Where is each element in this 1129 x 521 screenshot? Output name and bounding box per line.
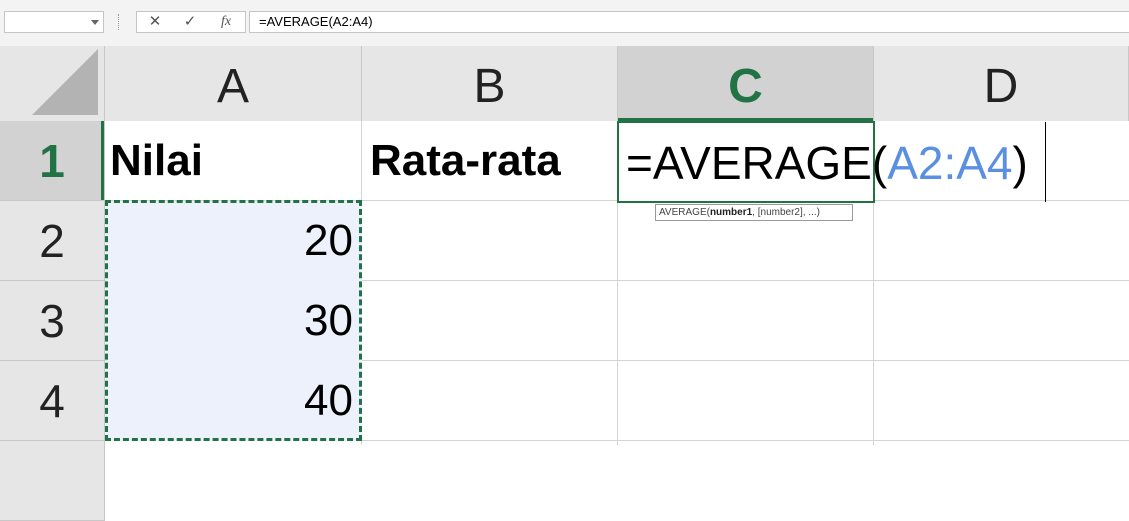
check-icon[interactable]: ✓	[175, 12, 205, 32]
cell-c1-editor[interactable]: =AVERAGE(A2:A4)	[626, 121, 1028, 201]
select-all-button[interactable]	[0, 46, 105, 121]
cell-b1[interactable]: Rata-rata	[370, 121, 561, 201]
selected-range-border	[105, 200, 362, 441]
function-tooltip: AVERAGE(number1, [number2], ...)	[655, 204, 853, 221]
row-header-4[interactable]: 4	[0, 361, 105, 441]
row-header-1[interactable]: 1	[0, 121, 105, 201]
formula-suffix: )	[1012, 137, 1028, 189]
tooltip-args-rest: , [number2], ...)	[752, 207, 820, 218]
column-header-d[interactable]: D	[874, 46, 1129, 121]
row-header-3[interactable]: 3	[0, 281, 105, 361]
close-icon[interactable]: ✕	[140, 12, 170, 32]
row-header-2[interactable]: 2	[0, 201, 105, 281]
column-header-c[interactable]: C	[618, 46, 874, 121]
formula-buttons: ✕ ✓ fx	[136, 11, 246, 33]
name-box[interactable]	[4, 11, 104, 33]
tooltip-function: AVERAGE(	[659, 207, 710, 218]
column-header-a[interactable]: A	[105, 46, 362, 121]
row-header-5[interactable]	[0, 441, 105, 521]
formula-prefix: =AVERAGE(	[626, 137, 888, 189]
formula-range-ref: A2:A4	[887, 137, 1013, 189]
select-all-triangle-icon	[32, 49, 98, 115]
chevron-down-icon[interactable]	[91, 20, 99, 25]
text-caret	[1045, 122, 1046, 202]
insert-function-button[interactable]: fx	[211, 12, 241, 32]
formula-bar: ✕ ✓ fx =AVERAGE(A2:A4)	[0, 0, 1129, 47]
cell-a1[interactable]: Nilai	[110, 121, 203, 201]
tooltip-arg-current[interactable]: number1	[710, 207, 752, 218]
formula-bar-separator[interactable]	[118, 14, 121, 30]
column-header-b[interactable]: B	[362, 46, 618, 121]
formula-input[interactable]: =AVERAGE(A2:A4)	[249, 11, 1129, 33]
